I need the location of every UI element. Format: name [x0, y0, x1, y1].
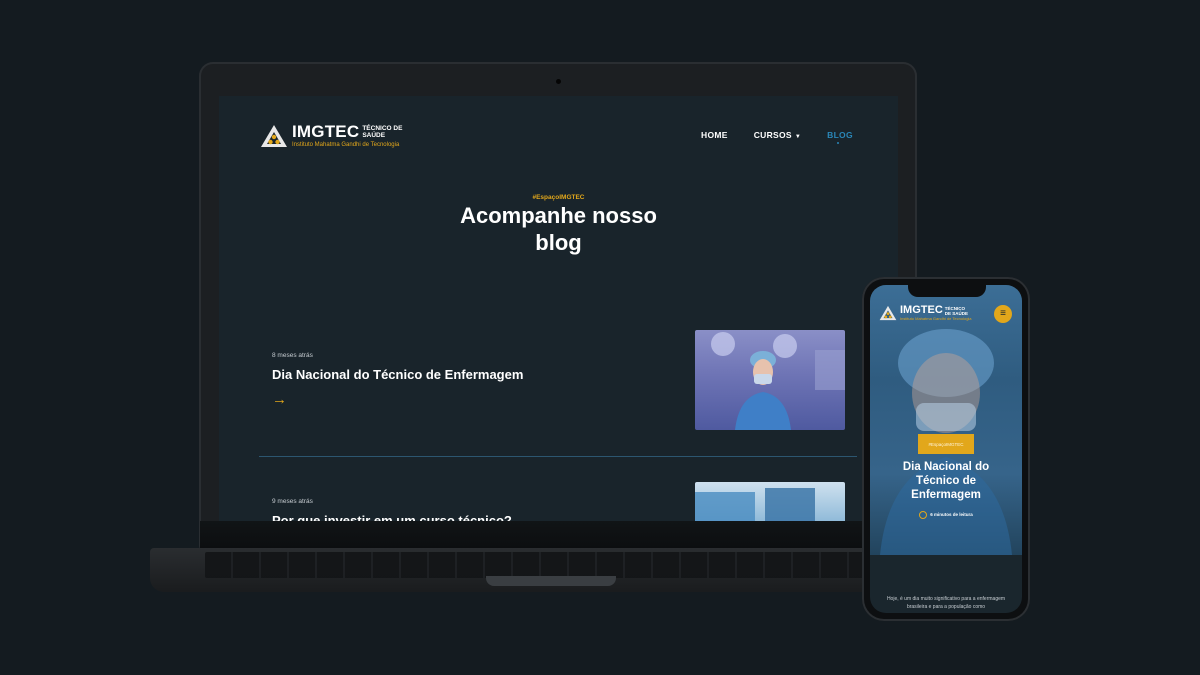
- arrow-right-icon[interactable]: →: [272, 392, 523, 407]
- laptop-camera: [556, 79, 561, 84]
- hero-hashtag: #EspaçoIMGTEC: [532, 194, 585, 201]
- logo-triangle-icon: [261, 124, 287, 147]
- laptop-notch: [486, 576, 616, 586]
- laptop-screen: IMGTEC TÉCNICO DE SAÚDE Instituto Mahatm…: [219, 96, 898, 522]
- laptop-keyboard: [205, 552, 913, 578]
- phone-screen: IMGTEC TÉCNICO DE SAÚDE Instituto Mahatm…: [870, 285, 1022, 613]
- post-thumbnail[interactable]: [695, 330, 845, 430]
- blog-post[interactable]: 9 meses atrás Por que investir em um cur…: [272, 498, 512, 522]
- post-date: 9 meses atrás: [272, 498, 313, 505]
- logo-name: IMGTEC: [900, 304, 943, 316]
- logo-triangle-icon: [879, 305, 897, 321]
- logo-subtitle: Instituto Mahatma Gandhi de Tecnologia: [292, 142, 400, 148]
- post-date: 8 meses atrás: [272, 352, 313, 359]
- post-title[interactable]: Dia Nacional do Técnico de Enfermagem: [272, 367, 523, 382]
- students-photo-illustration: [695, 488, 815, 522]
- logo-tag: TÉCNICO DE SAÚDE: [362, 124, 403, 139]
- post-divider: [259, 456, 857, 457]
- nav-cursos[interactable]: CURSOS ▼: [754, 130, 801, 140]
- phone-notch: [908, 284, 986, 297]
- site-logo[interactable]: IMGTEC TÉCNICO DE SAÚDE Instituto Mahatm…: [260, 123, 404, 148]
- caret-down-icon: ▼: [794, 134, 802, 140]
- hero-title: Acompanhe nosso blog: [460, 203, 657, 255]
- read-time: 6 minutos de leitura: [870, 511, 1022, 519]
- nav-cursos-label: CURSOS: [753, 130, 792, 140]
- blog-post[interactable]: 8 meses atrás Dia Nacional do Técnico de…: [272, 352, 523, 407]
- laptop-hinge: [200, 521, 916, 549]
- logo-subtitle: Instituto Mahatma Gandhi de Tecnologia: [900, 316, 972, 321]
- read-time-label: 6 minutos de leitura: [930, 512, 973, 518]
- logo-tag: TÉCNICO DE SAÚDE: [944, 305, 969, 316]
- clock-icon: [919, 511, 928, 519]
- phone-site-logo[interactable]: IMGTEC TÉCNICO DE SAÚDE Instituto Mahatm…: [879, 305, 972, 321]
- nav-blog[interactable]: BLOG: [827, 130, 853, 144]
- hamburger-menu-icon[interactable]: ≡: [994, 305, 1012, 323]
- nurse-photo-illustration: [711, 332, 845, 430]
- main-nav: HOME CURSOS ▼ BLOG: [701, 130, 879, 144]
- nav-home[interactable]: HOME: [701, 130, 728, 140]
- article-body: Hoje, é um dia muito significativo para …: [886, 596, 1006, 610]
- article-title: Dia Nacional do Técnico de Enfermagem: [902, 461, 990, 501]
- logo-name: IMGTEC: [292, 122, 360, 141]
- hashtag-badge: #EspaçoIMGTEC: [918, 434, 974, 454]
- post-thumbnail[interactable]: [695, 482, 845, 522]
